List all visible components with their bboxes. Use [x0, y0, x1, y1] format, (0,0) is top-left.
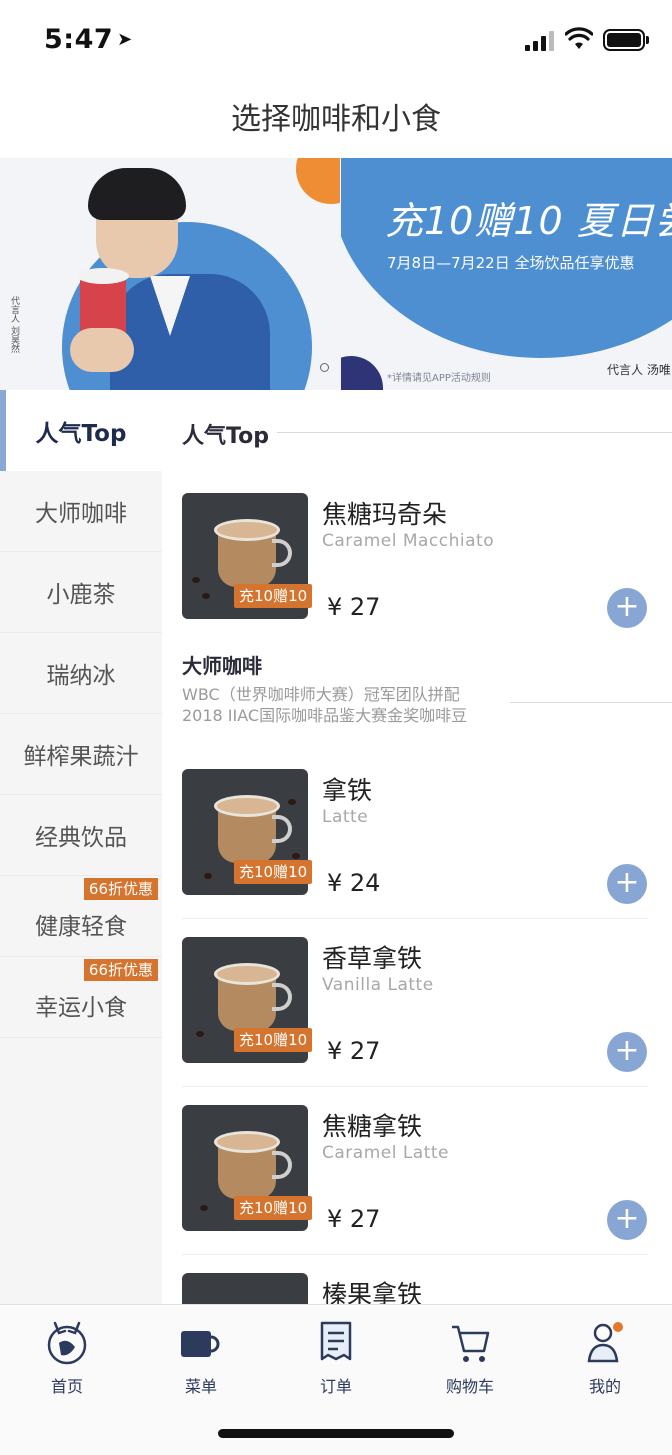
discount-badge: 66折优惠: [83, 878, 158, 900]
discount-badge: 66折优惠: [83, 959, 158, 981]
promo-ambassador: 代言人 汤唯: [607, 363, 671, 377]
row-divider: [182, 1254, 648, 1255]
product-card-vanilla-latte[interactable]: 充10赠10 香草拿铁 Vanilla Latte ¥ 27 +: [182, 937, 648, 1087]
section-title-top: 人气Top: [182, 418, 277, 450]
add-to-cart-button[interactable]: +: [607, 864, 647, 904]
section-desc-line1: WBC（世界咖啡师大赛）冠军团队拼配: [182, 685, 460, 704]
page-title: 选择咖啡和小食: [231, 102, 441, 137]
banner-orange-circle: [296, 158, 340, 204]
category-sidebar: 人气Top 大师咖啡 小鹿茶 瑞纳冰 鲜榨果蔬汁 经典饮品 66折优惠 健康轻食…: [0, 390, 162, 1304]
sidebar-item-juice[interactable]: 鲜榨果蔬汁: [0, 714, 162, 795]
product-price: ¥ 27: [327, 1037, 381, 1065]
promo-navy-circle: [341, 356, 383, 390]
product-price: ¥ 27: [327, 593, 381, 621]
wifi-icon: [565, 27, 593, 49]
promo-banner-carousel[interactable]: 代言人 刘昊然 充10赠10 夏日尝新 7月8日—7月22日 全场饮品任享优惠 …: [0, 158, 672, 390]
promo-tag: 充10赠10: [234, 1028, 313, 1052]
banner-slide-promo[interactable]: 充10赠10 夏日尝新 7月8日—7月22日 全场饮品任享优惠 *详情请见APP…: [341, 158, 672, 390]
promo-tag: 充10赠10: [234, 860, 313, 884]
sidebar-item-snacks[interactable]: 66折优惠 幸运小食: [0, 957, 162, 1038]
tab-profile[interactable]: 我的: [545, 1317, 665, 1397]
deer-logo-icon: [47, 1321, 87, 1365]
location-arrow-icon: ➤: [117, 29, 133, 50]
promo-note: *详情请见APP活动规则: [387, 373, 491, 384]
sidebar-item-master-coffee[interactable]: 大师咖啡: [0, 471, 162, 552]
tab-label: 购物车: [445, 1377, 494, 1396]
cup-icon: [181, 1331, 220, 1357]
sidebar-item-classic[interactable]: 经典饮品: [0, 795, 162, 876]
tab-label: 我的: [588, 1377, 621, 1396]
tab-orders[interactable]: 订单: [276, 1317, 396, 1397]
product-card-latte[interactable]: 充10赠10 拿铁 Latte ¥ 24 +: [182, 769, 648, 919]
section-divider: [262, 432, 672, 433]
status-bar: 5:47 ➤: [0, 0, 672, 82]
tab-menu[interactable]: 菜单: [141, 1317, 261, 1397]
sidebar-item-label: 大师咖啡: [35, 501, 127, 527]
status-time-text: 5:47: [44, 24, 114, 55]
product-card-hazelnut-latte[interactable]: 榛果拿铁: [182, 1273, 648, 1304]
banner-signature: 代言人 刘昊然: [9, 296, 19, 353]
product-list: 人气Top 充10赠10 焦糖玛奇朵 Caramel Macchiato ¥ 2…: [162, 390, 672, 1304]
sidebar-item-label: 经典饮品: [35, 825, 127, 851]
sidebar-item-label: 幸运小食: [35, 995, 127, 1021]
product-name: 香草拿铁: [322, 944, 423, 973]
sidebar-item-label: 健康轻食: [35, 914, 127, 940]
status-time: 5:47 ➤: [44, 24, 133, 55]
product-name: 拿铁: [322, 776, 373, 805]
product-name: 焦糖拿铁: [322, 1112, 423, 1141]
add-to-cart-button[interactable]: +: [607, 588, 647, 628]
ambassador-hair: [88, 168, 186, 220]
cart-icon: [452, 1325, 490, 1362]
product-english-name: Caramel Latte: [322, 1143, 450, 1163]
product-price: ¥ 27: [327, 1205, 381, 1233]
receipt-icon: [320, 1321, 352, 1361]
section-divider: [510, 702, 672, 703]
ambassador-jacket: [110, 274, 270, 390]
product-image: [182, 1273, 308, 1304]
row-divider: [182, 1086, 648, 1087]
product-card-caramel-latte[interactable]: 充10赠10 焦糖拿铁 Caramel Latte ¥ 27 +: [182, 1105, 648, 1255]
sidebar-item-top[interactable]: 人气Top: [0, 390, 162, 471]
tab-label: 菜单: [184, 1377, 217, 1396]
tab-home[interactable]: 首页: [7, 1317, 127, 1397]
product-english-name: Caramel Macchiato: [322, 531, 495, 551]
sidebar-item-ice[interactable]: 瑞纳冰: [0, 633, 162, 714]
tab-cart[interactable]: 购物车: [410, 1317, 530, 1397]
tab-label: 订单: [319, 1377, 352, 1396]
sidebar-item-label: 鲜榨果蔬汁: [23, 744, 139, 770]
section-desc-line2: 2018 IIAC国际咖啡品鉴大赛金奖咖啡豆: [182, 706, 468, 725]
section-title-master: 大师咖啡: [182, 650, 270, 679]
tab-label: 首页: [50, 1377, 83, 1396]
promo-title: 充10赠10 夏日尝新: [385, 199, 672, 243]
sidebar-item-label: 人气Top: [35, 420, 127, 447]
banner-slide-ambassador[interactable]: 代言人 刘昊然: [0, 158, 340, 390]
cellular-signal-icon: [525, 31, 557, 51]
promo-tag: 充10赠10: [234, 584, 313, 608]
sidebar-item-tea[interactable]: 小鹿茶: [0, 552, 162, 633]
sidebar-item-label: 小鹿茶: [46, 582, 116, 608]
add-to-cart-button[interactable]: +: [607, 1032, 647, 1072]
product-card-caramel-macchiato[interactable]: 充10赠10 焦糖玛奇朵 Caramel Macchiato ¥ 27 +: [182, 493, 648, 643]
sidebar-item-light-meal[interactable]: 66折优惠 健康轻食: [0, 876, 162, 957]
product-price: ¥ 24: [327, 869, 381, 897]
promo-tag: 充10赠10: [234, 1196, 313, 1220]
row-divider: [182, 918, 648, 919]
product-name: 榛果拿铁: [322, 1280, 423, 1304]
product-english-name: Latte: [322, 807, 369, 827]
notification-dot: [613, 1322, 623, 1332]
add-to-cart-button[interactable]: +: [607, 1200, 647, 1240]
carousel-dot[interactable]: [320, 363, 329, 372]
sidebar-item-label: 瑞纳冰: [46, 663, 116, 689]
profile-icon: [587, 1322, 623, 1363]
promo-subtitle: 7月8日—7月22日 全场饮品任享优惠: [387, 254, 635, 272]
product-english-name: Vanilla Latte: [322, 975, 434, 995]
battery-icon: [603, 29, 649, 51]
ambassador-hand: [70, 328, 134, 372]
product-name: 焦糖玛奇朵: [322, 500, 448, 529]
home-indicator[interactable]: [218, 1429, 454, 1438]
